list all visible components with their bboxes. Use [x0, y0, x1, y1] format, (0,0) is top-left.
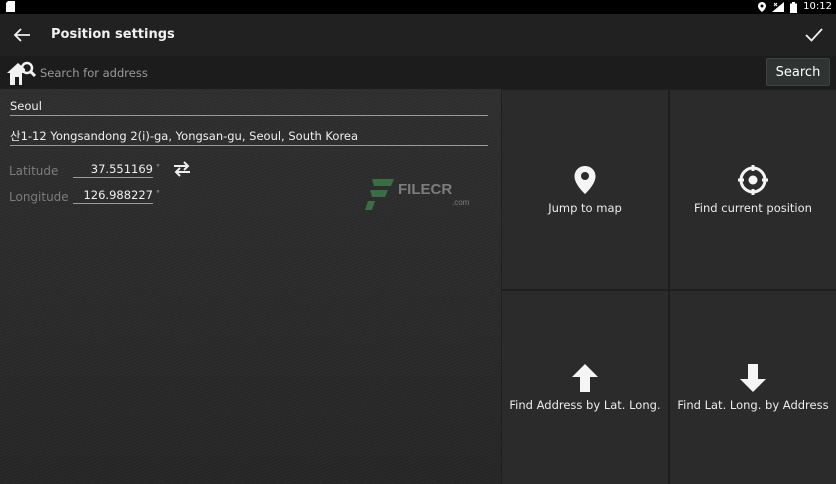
address-field[interactable]: 산1-12 Yongsandong 2(i)-ga, Yongsan-gu, S… — [10, 127, 488, 146]
arrow-down-icon — [740, 363, 766, 392]
latitude-degree: ° — [156, 163, 160, 172]
watermark-sub: .com — [452, 198, 470, 207]
sim-card-icon — [6, 1, 15, 12]
filecr-logo-icon — [365, 179, 394, 210]
arrow-up-icon — [572, 363, 598, 392]
location-details-panel: Seoul 산1-12 Yongsandong 2(i)-ga, Yongsan… — [0, 89, 501, 484]
signal-icon — [772, 2, 785, 12]
status-icons: 10:12 — [758, 0, 832, 14]
map-pin-icon — [574, 165, 596, 194]
confirm-check-icon[interactable] — [804, 25, 824, 45]
longitude-degree: ° — [156, 189, 160, 198]
status-time: 10:12 — [803, 1, 832, 12]
app-bar: Position settings — [0, 14, 836, 56]
latitude-input[interactable]: 37.551169 — [73, 161, 153, 178]
jump-to-map-label: Jump to map — [548, 200, 622, 215]
swap-icon[interactable] — [172, 161, 192, 177]
watermark-text: FILECR — [398, 181, 453, 198]
location-icon — [758, 2, 767, 12]
latitude-label: Latitude — [9, 164, 59, 178]
search-input[interactable] — [38, 62, 762, 84]
find-lat-long-by-address-button[interactable]: Find Lat. Long. by Address — [670, 291, 836, 484]
find-current-position-label: Find current position — [694, 200, 812, 215]
longitude-label: Longitude — [9, 190, 69, 204]
back-arrow-icon[interactable] — [12, 26, 32, 44]
longitude-input[interactable]: 126.988227 — [73, 187, 153, 204]
find-lat-long-by-address-label: Find Lat. Long. by Address — [677, 397, 829, 412]
find-address-by-lat-long-button[interactable]: Find Address by Lat. Long. — [502, 291, 668, 484]
watermark-logo: FILECR .com — [364, 177, 474, 213]
find-current-position-button[interactable]: Find current position — [670, 90, 836, 289]
crosshair-icon — [738, 164, 768, 195]
find-address-by-lat-long-label: Find Address by Lat. Long. — [509, 397, 661, 412]
action-grid: Jump to map Find current position Find A… — [501, 89, 836, 484]
battery-icon — [790, 1, 798, 13]
jump-to-map-button[interactable]: Jump to map — [502, 90, 668, 289]
search-button[interactable]: Search — [766, 58, 830, 86]
location-name-field[interactable]: Seoul — [10, 97, 488, 116]
status-bar: 10:12 — [0, 0, 836, 14]
address-search-bar: Search — [0, 56, 836, 89]
page-title: Position settings — [51, 27, 175, 42]
home-search-icon — [7, 61, 36, 85]
